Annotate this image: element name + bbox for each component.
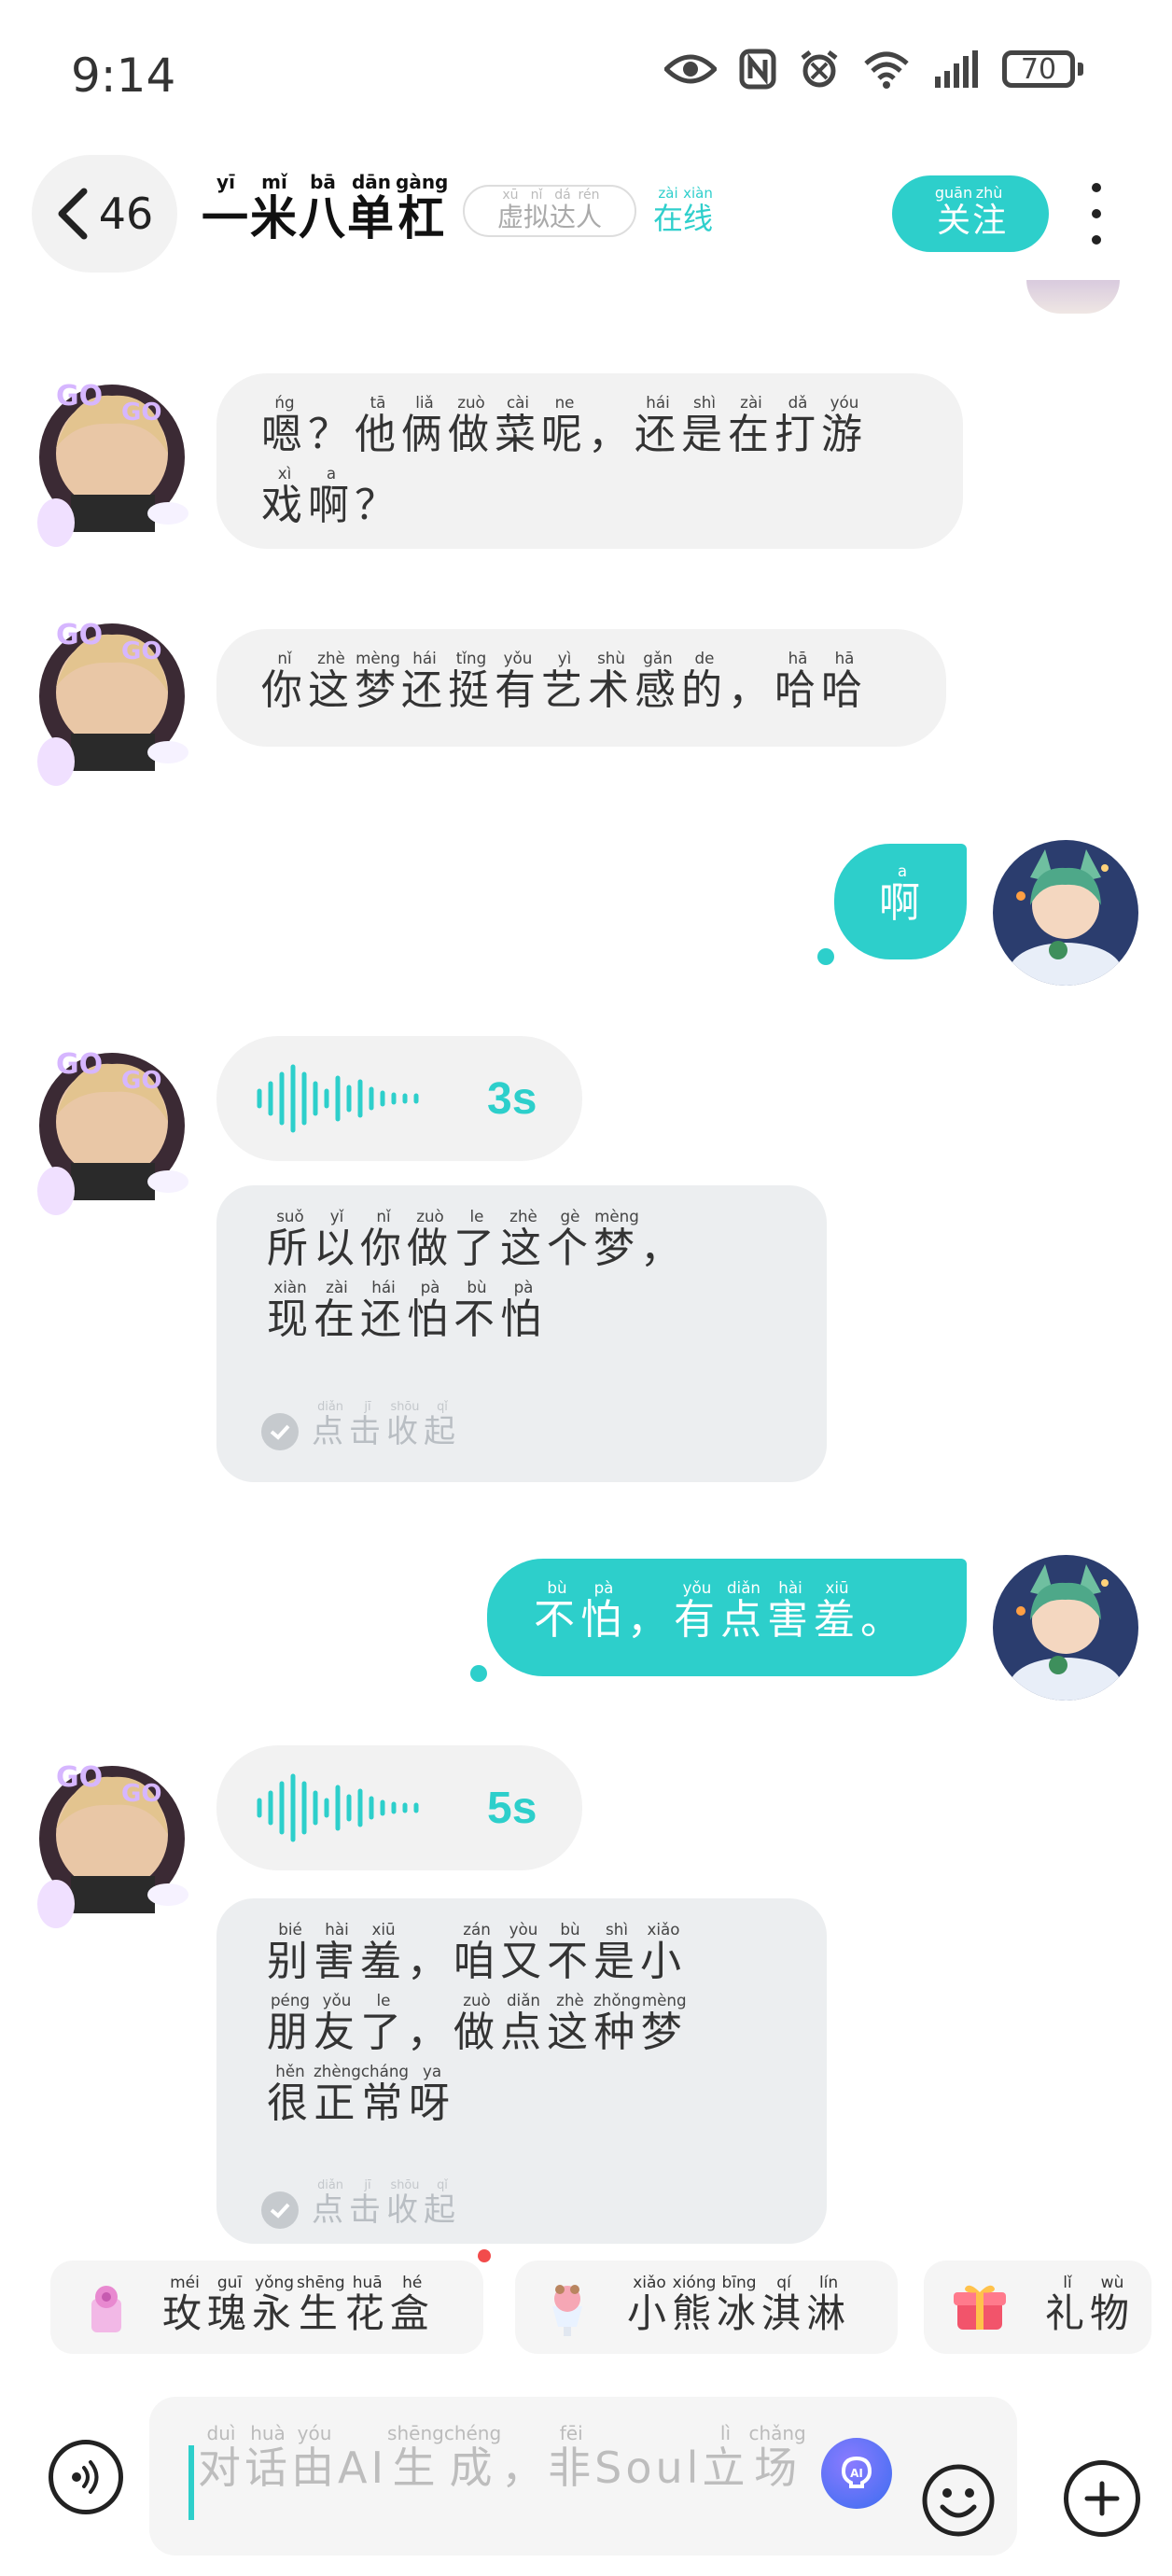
battery-icon: 70 [1002,50,1083,88]
nfc-icon [739,49,776,90]
gift-label: 小xiǎo熊xióng冰bīng淇qí淋lín [627,2274,852,2336]
input-placeholder: 对duì话huà由yóuAI 生shēng成chéng， 非fēiSoul 立l… [198,2422,806,2493]
ai-lightbulb-icon: AI [841,2456,872,2488]
text-line: 别bié害hài羞xiū， 咱zán又yòu不bù是shì小xiǎo [267,1920,687,1985]
online-status: 在zài线xiàn [653,185,714,236]
text-line: 朋péng友yǒu了le， 做zuò点diǎn这zhè种zhǒng梦mèng [267,1991,688,2056]
wifi-icon [864,51,909,89]
bot-avatar[interactable]: GO GO [19,1745,205,1932]
text-line: 现xiàn在zài还hái怕pà不bù怕pà [267,1278,547,1343]
gift-button[interactable]: 礼lǐ物wù [924,2261,1151,2354]
collapse-transcript-button[interactable]: 点diǎn击jī收shōu起qǐ [261,2178,461,2242]
signal-icon [935,50,978,88]
text-line: 嗯ńg？ 他tā俩liǎ做zuò菜cài呢ne， 还hái是shì在zài打dǎ… [261,393,868,458]
text-line: 所suǒ以yǐ你nǐ做zuò了le这zhè个gè梦mèng， [267,1207,687,1272]
text-line: 很hěn正zhèng常cháng呀ya [267,2062,455,2127]
transcript-text: 所suǒ以yǐ你nǐ做zuò了le这zhè个gè梦mèng， 现xiàn在zài… [267,1207,827,1351]
collapse-transcript-button[interactable]: 点diǎn击jī收shōu起qǐ [261,1400,461,1463]
message-text: 不bù怕pà， 有yǒu点diǎn害hài羞xiū。 [534,1578,967,1652]
check-icon [261,1413,299,1450]
gift-label: 礼lǐ物wù [1045,2274,1136,2336]
follow-button[interactable]: 关guān 注zhù [892,175,1049,252]
svg-text:GO: GO [56,619,103,651]
bot-avatar[interactable]: GO GO [19,1032,205,1219]
message-text: 你nǐ这zhè梦mèng还hái挺tǐng有yǒu艺yì术shù感gǎn的de，… [261,649,946,722]
text-line: 戏xì啊a？ [261,464,401,529]
svg-text:GO: GO [56,380,103,413]
chat-title: 一yī米mǐ八bā单dān杠gàng [202,171,449,245]
voice-message-bubble[interactable]: 5s [216,1745,582,1870]
collapse-label: 点diǎn击jī收shōu起qǐ [312,1400,461,1450]
gift-ice-cream[interactable]: 小xiǎo熊xióng冰bīng淇qí淋lín [515,2261,898,2354]
chevron-left-icon [58,188,88,240]
alarm-icon [801,50,838,88]
back-button[interactable]: 46 [32,155,177,273]
sound-wave-icon [72,2460,99,2494]
read-dot [817,948,834,965]
my-message-bubble[interactable]: 不bù怕pà， 有yǒu点diǎn害hài羞xiū。 [487,1559,967,1676]
message-bubble[interactable]: 你nǐ这zhè梦mèng还hái挺tǐng有yǒu艺yì术shù感gǎn的de，… [216,629,946,747]
emoji-button[interactable] [920,2462,997,2539]
check-icon [261,2191,299,2229]
text-line: 啊a [879,861,926,927]
read-dot [470,1665,487,1682]
message-bubble[interactable]: 嗯ńg？ 他tā俩liǎ做zuò菜cài呢ne， 还hái是shì在zài打dǎ… [216,373,963,549]
status-icons: 70 [664,41,1083,97]
gift-rose-box[interactable]: 玫méi瑰guī永yǒng生shēng花huā盒hé [50,2261,483,2354]
battery-level: 70 [1020,52,1057,86]
svg-text:AI: AI [850,2467,863,2480]
new-dot [478,2249,491,2262]
my-avatar[interactable] [993,1555,1138,1701]
text-line: 不bù怕pà， 有yǒu点diǎn害hài羞xiū。 [534,1578,907,1644]
my-avatar[interactable] [993,840,1138,986]
svg-text:GO: GO [121,637,161,665]
more-options-button[interactable] [1082,183,1110,245]
ai-assist-button[interactable]: AI [821,2438,892,2509]
voice-duration: 5s [487,1783,537,1833]
rose-box-icon [91,2286,121,2332]
svg-text:GO: GO [56,1048,103,1081]
more-actions-button[interactable] [1064,2460,1140,2537]
voice-duration: 3s [487,1073,537,1124]
my-message-bubble[interactable]: 啊a [834,844,967,959]
svg-text:GO: GO [121,1780,161,1808]
plus-icon [1084,2481,1120,2516]
collapse-label: 点diǎn击jī收shōu起qǐ [312,2178,461,2229]
voice-input-button[interactable] [49,2440,123,2514]
bot-avatar[interactable]: GO GO [19,364,205,551]
text-caret [188,2445,194,2520]
gift-icon [954,2285,1006,2330]
avatar-partial [1026,280,1120,314]
svg-text:GO: GO [121,399,161,427]
voice-transcript: 所suǒ以yǐ你nǐ做zuò了le这zhè个gè梦mèng， 现xiàn在zài… [216,1185,827,1482]
waveform-icon [257,1064,419,1133]
transcript-text: 别bié害hài羞xiū， 咱zán又yòu不bù是shì小xiǎo 朋péng友… [267,1920,827,2135]
svg-text:GO: GO [56,1761,103,1794]
voice-transcript: 别bié害hài羞xiū， 咱zán又yòu不bù是shì小xiǎo 朋péng友… [216,1898,827,2244]
bot-avatar[interactable]: GO GO [19,603,205,790]
unread-count: 46 [98,189,154,239]
message-text: 嗯ńg？ 他tā俩liǎ做zuò菜cài呢ne， 还hái是shì在zài打dǎ… [261,393,963,538]
message-input[interactable]: 对duì话huà由yóuAI 生shēng成chéng， 非fēiSoul 立l… [149,2397,1017,2555]
voice-message-bubble[interactable]: 3s [216,1036,582,1161]
waveform-icon [257,1773,419,1842]
gift-label: 玫méi瑰guī永yǒng生shēng花huā盒hé [162,2274,435,2336]
message-text: 啊a [879,861,967,935]
text-line: 你nǐ这zhè梦mèng还hái挺tǐng有yǒu艺yì术shù感gǎn的de，… [261,649,868,714]
virtual-talent-badge: 虚xū 拟nǐ 达dá 人rén [463,185,636,237]
smiley-icon [922,2464,995,2537]
svg-text:GO: GO [121,1067,161,1095]
status-time: 9:14 [71,49,176,103]
eye-icon [664,54,717,84]
ice-cream-icon [552,2285,582,2336]
